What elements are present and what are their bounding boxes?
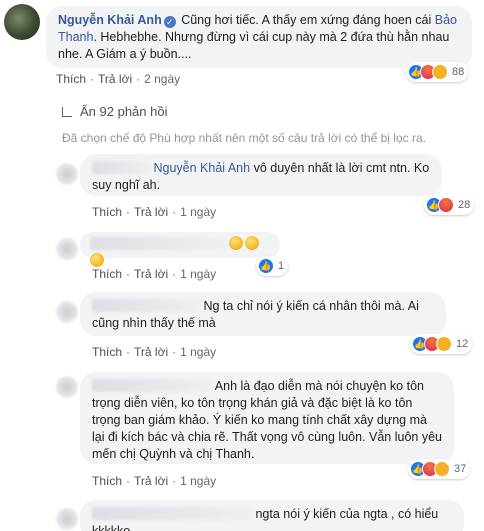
reaction-count: 1: [278, 260, 285, 272]
reply-timestamp[interactable]: 1 ngày: [180, 205, 216, 219]
reply-mention[interactable]: Nguyễn Khải Anh: [153, 161, 250, 175]
redacted-author: [92, 299, 200, 312]
reaction-summary[interactable]: 👍 12: [410, 334, 473, 354]
comment-text: Cũng hơi tiếc. A thấy em xứng đáng hoen …: [181, 13, 432, 27]
hug-emoji-icon: [90, 253, 104, 267]
comment-author[interactable]: Nguyễn Khải Anh: [58, 13, 162, 27]
reply-arrow-icon: [62, 106, 72, 117]
like-button[interactable]: Thích: [56, 72, 86, 86]
hug-emoji-icon: [229, 236, 244, 250]
angry-reaction-icon: [438, 197, 454, 213]
reply-button[interactable]: Trả lời: [134, 205, 168, 219]
reply-avatar[interactable]: [56, 238, 78, 260]
reaction-summary[interactable]: 👍 1: [256, 256, 289, 276]
comment-text-continued: . Hebhebhe. Nhưng đừng vì cái cup này mà…: [58, 30, 450, 61]
reaction-count: 12: [456, 338, 469, 350]
reply-button[interactable]: Trả lời: [98, 72, 132, 86]
like-button[interactable]: Thích: [92, 474, 122, 488]
hide-replies-link[interactable]: Ẩn 92 phản hồi: [62, 104, 167, 119]
reply-bubble: Ng ta chỉ nói ý kiến cá nhân thôi mà. Ai…: [80, 292, 446, 336]
main-comment-actions: Thích · Trả lời · 2 ngày: [56, 72, 181, 86]
reply-avatar[interactable]: [56, 376, 78, 398]
haha-reaction-icon: [434, 461, 450, 477]
reply-bubble: Nguyễn Khải Anh vô duyên nhất là lời cmt…: [80, 154, 442, 196]
reaction-count: 28: [458, 199, 471, 211]
reply-button[interactable]: Trả lời: [134, 345, 168, 359]
verified-badge-icon: ✓: [163, 16, 176, 28]
reaction-count: 88: [452, 66, 465, 78]
sad-reaction-icon: [436, 336, 452, 352]
like-button[interactable]: Thích: [92, 345, 122, 359]
author-avatar[interactable]: [4, 4, 40, 40]
reaction-summary[interactable]: 👍 88: [406, 62, 469, 82]
comment-timestamp[interactable]: 2 ngày: [144, 72, 180, 86]
redacted-author: [92, 507, 252, 520]
reply-avatar[interactable]: [56, 163, 78, 185]
like-button[interactable]: Thích: [92, 267, 122, 281]
reaction-count: 37: [454, 463, 467, 475]
reply-button[interactable]: Trả lời: [134, 267, 168, 281]
reply-bubble: [80, 232, 280, 267]
main-comment-bubble: Nguyễn Khải Anh ✓ Cũng hơi tiếc. A thấy e…: [46, 6, 472, 68]
redacted-author: [92, 161, 150, 174]
redacted-author: [92, 379, 212, 392]
reply-timestamp[interactable]: 1 ngày: [180, 474, 216, 488]
reply-avatar[interactable]: [56, 301, 78, 323]
reply-actions: Thích · Trả lời · 1 ngày: [92, 205, 217, 219]
reaction-summary[interactable]: 👍 37: [408, 459, 471, 479]
reply-bubble: Anh là đạo diễn mà nói chuyện ko tôn trọ…: [80, 372, 454, 464]
reply-timestamp[interactable]: 1 ngày: [180, 345, 216, 359]
reply-actions: Thích · Trả lời · 1 ngày: [92, 345, 217, 359]
hug-emoji-icon: [245, 236, 260, 250]
reaction-summary[interactable]: 👍 28: [424, 195, 475, 215]
reply-actions: Thích · Trả lời · 1 ngày: [92, 267, 217, 281]
reply-timestamp[interactable]: 1 ngày: [180, 267, 216, 281]
reply-button[interactable]: Trả lời: [134, 474, 168, 488]
redacted-author: [90, 237, 226, 250]
like-button[interactable]: Thích: [92, 205, 122, 219]
reply-actions: Thích · Trả lời · 1 ngày: [92, 474, 217, 488]
filter-notice: Đã chọn chế độ Phù hợp nhất nên một số c…: [62, 131, 426, 145]
reply-bubble: ngta nói ý kiến của ngta , có hiểu kkkkk…: [80, 500, 464, 531]
like-reaction-icon: 👍: [258, 258, 274, 274]
reply-avatar[interactable]: [56, 508, 78, 530]
hide-replies-label: Ẩn 92 phản hồi: [80, 104, 168, 119]
haha-reaction-icon: [432, 64, 448, 80]
